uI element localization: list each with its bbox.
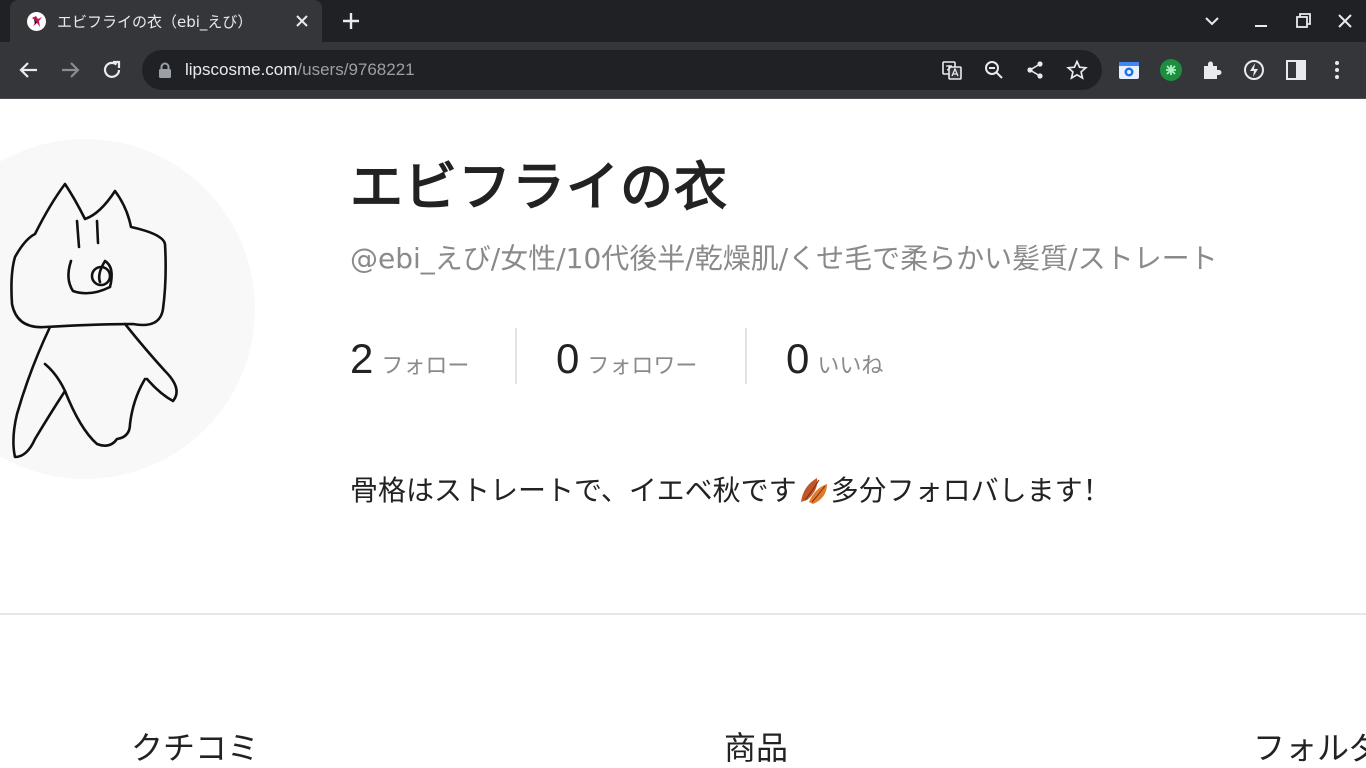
close-tab-icon[interactable]	[292, 11, 312, 31]
profile-name: エビフライの衣	[350, 157, 728, 218]
browser-tab-active[interactable]: エビフライの衣（ebi_えび）	[10, 0, 322, 42]
restore-icon[interactable]	[1292, 10, 1314, 32]
back-arrow-icon[interactable]	[16, 57, 42, 83]
url-host: lipscosme.com	[185, 60, 298, 79]
section-divider	[0, 613, 1366, 615]
follow-label: フォロー	[381, 354, 470, 379]
avatar[interactable]	[0, 139, 255, 479]
profile-subtitle: @ebi_えび/女性/10代後半/乾燥肌/くせ毛で柔らかい髪質/ストレート	[350, 242, 1218, 275]
extensions-puzzle-icon[interactable]	[1200, 58, 1224, 82]
translate-icon[interactable]	[941, 59, 963, 81]
minimize-icon[interactable]	[1250, 10, 1272, 32]
browser-toolbar: lipscosme.com/users/9768221	[0, 42, 1366, 99]
new-tab-icon[interactable]	[339, 9, 363, 33]
tab-reviews[interactable]: クチコミ	[131, 723, 259, 768]
lock-icon[interactable]	[158, 62, 172, 78]
like-label: いいね	[817, 354, 884, 379]
reload-icon[interactable]	[99, 57, 125, 83]
like-count: 0	[786, 335, 810, 382]
tab-search-chevron-down-icon[interactable]	[1201, 10, 1223, 32]
stat-divider	[515, 328, 517, 384]
performance-bolt-icon[interactable]	[1242, 58, 1266, 82]
bio-text-start: 骨格はストレートで、イエベ秋です	[350, 474, 797, 507]
follower-count: 0	[556, 335, 580, 382]
url-text[interactable]: lipscosme.com/users/9768221	[185, 60, 415, 80]
zoom-out-icon[interactable]	[983, 59, 1005, 81]
browser-tab-strip: エビフライの衣（ebi_えび）	[0, 0, 1366, 42]
bookmark-star-icon[interactable]	[1066, 59, 1088, 81]
screenshot-extension-icon[interactable]	[1117, 58, 1141, 82]
share-icon[interactable]	[1024, 59, 1046, 81]
stat-divider	[745, 328, 747, 384]
cat-drawing-icon	[10, 182, 178, 459]
tab-title: エビフライの衣（ebi_えび）	[57, 13, 253, 31]
follower-label: フォロワー	[587, 354, 698, 379]
close-window-icon[interactable]	[1334, 10, 1356, 32]
follow-count: 2	[350, 335, 374, 382]
follow-stat[interactable]: 2 フォロー	[350, 335, 469, 385]
site-favicon-icon	[27, 12, 46, 31]
more-menu-icon[interactable]	[1325, 58, 1349, 82]
page-content: エビフライの衣 @ebi_えび/女性/10代後半/乾燥肌/くせ毛で柔らかい髪質/…	[0, 99, 1366, 768]
tab-products[interactable]: 商品	[724, 723, 788, 768]
url-path: /users/9768221	[297, 60, 415, 79]
follower-stat[interactable]: 0 フォロワー	[556, 335, 697, 385]
like-stat[interactable]: 0 いいね	[786, 335, 883, 385]
side-panel-icon[interactable]	[1284, 58, 1308, 82]
green-extension-icon[interactable]	[1159, 58, 1183, 82]
fallen-leaf-icon	[797, 472, 831, 506]
bio-text-end: 多分フォロバします！	[830, 474, 1111, 507]
tab-folders[interactable]: フォルダ	[1253, 723, 1366, 768]
profile-bio: 骨格はストレートで、イエベ秋です 多分フォロバします！	[350, 469, 1111, 509]
forward-arrow-icon[interactable]	[57, 57, 83, 83]
address-bar[interactable]: lipscosme.com/users/9768221	[142, 50, 1102, 90]
